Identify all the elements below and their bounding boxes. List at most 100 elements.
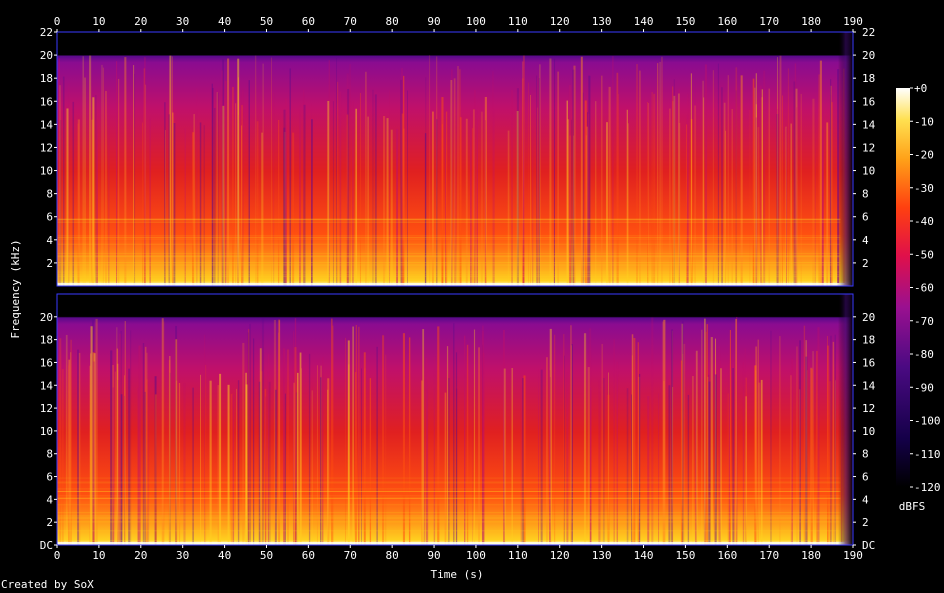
spectral-stripe [706,324,708,545]
spectral-stripe [587,113,590,286]
spectral-stripe [161,318,164,545]
spectral-stripe [554,58,556,286]
spectral-stripe [537,77,539,286]
spectral-stripe [758,382,761,545]
spectral-stripe [262,63,264,286]
spectral-stripe [564,355,565,545]
spectral-stripe [227,58,230,286]
y-tick-label-right: 10 [862,165,875,178]
harmonic-band [57,256,841,258]
x-tick-label-top: 100 [466,15,486,28]
spectral-stripe [408,337,411,545]
spectral-stripe [237,380,240,545]
spectral-stripe [144,57,146,286]
spectral-stripe [336,57,337,287]
x-tick-label-top: 190 [843,15,863,28]
harmonic-band [57,238,841,240]
spectral-stripe [219,373,222,545]
x-tick-label-top: 50 [260,15,273,28]
spectral-stripe [832,341,835,545]
spectral-stripe [249,323,251,545]
spectral-stripe [278,320,281,545]
channel-1-tail [838,32,853,286]
y-tick-label-right: 2 [862,257,869,270]
spectral-stripe [790,123,792,286]
spectral-stripe [598,379,600,545]
spectral-stripe [616,72,619,286]
x-tick-label-bottom: 140 [634,549,654,562]
spectral-stripe [256,121,259,286]
spectral-stripe [633,337,636,545]
spectral-stripe [745,396,747,545]
spectral-stripe [245,384,248,545]
spectral-stripe [453,323,455,545]
spectral-stripe [445,111,448,286]
spectral-stripe [651,317,654,545]
spectral-stripe [453,78,456,286]
spectral-stripe [827,345,830,545]
x-tick-label-bottom: 150 [675,549,695,562]
spectral-stripe [332,325,334,545]
harmonic-band [57,491,841,493]
spectral-stripe [65,334,68,545]
colorbar-tick-label: -50 [914,248,934,261]
x-tick-label-bottom: 170 [759,549,779,562]
spectral-stripe [124,57,127,286]
y-tick-label-right: 4 [862,493,869,506]
x-tick-label-bottom: 120 [550,549,570,562]
spectral-stripe [601,75,603,286]
harmonic-band [57,264,841,266]
spectral-stripe [311,103,312,286]
spectral-stripe [235,103,237,286]
spectral-stripe [779,336,781,545]
spectral-stripe [138,345,141,545]
spectral-stripe [172,56,173,287]
spectral-stripe [168,114,170,286]
spectral-stripe [277,120,280,287]
x-tick-label-bottom: 40 [218,549,231,562]
spectral-stripe [740,75,743,287]
spectral-stripe [178,382,181,545]
spectral-stripe [59,338,62,545]
spectral-stripe [571,344,573,545]
colorbar-ticks: +0 -10 -20 -30 -40 -50 -60 -70 -80 -90 -100 -110 -12… [910,82,941,494]
spectral-stripe [796,346,798,545]
spectral-stripe [659,61,661,286]
spectral-stripe [612,56,614,286]
y-tick-label-left: 16 [40,95,53,108]
x-tick-label-top: 170 [759,15,779,28]
y-tick-label-left: 4 [46,234,53,247]
spectral-stripe [83,77,87,286]
x-tick-label-top: 60 [302,15,315,28]
spectral-stripe [819,60,822,287]
spectral-stripe [470,111,472,287]
colorbar-tick-label: -110 [914,448,941,461]
x-tick-label-bottom: 50 [260,549,273,562]
spectral-stripe [717,63,719,287]
spectral-stripe [173,123,176,286]
x-tick-label-top: 180 [801,15,821,28]
harmonic-band [57,274,841,276]
x-tick-label-bottom: 60 [302,549,315,562]
spectral-stripe [727,75,730,286]
spectral-stripe [344,337,346,545]
spectral-stripe [320,377,322,545]
spectral-stripe [441,124,443,286]
spectral-stripe [241,105,243,286]
y-tick-label-right: 8 [862,188,869,201]
harmonic-band [57,235,841,237]
spectral-stripe [478,347,480,545]
spectral-stripe [686,115,689,286]
spectral-stripe [72,101,75,286]
spectral-stripe [584,100,587,286]
y-tick-label-right: 12 [862,402,875,415]
spectral-stripe [199,122,202,287]
harmonic-band [57,516,841,518]
y-tick-label-right: 2 [862,516,869,529]
spectral-stripe [580,56,583,287]
spectral-stripe [672,387,674,545]
spectral-stripe [402,333,406,545]
spectral-stripe [101,64,103,286]
y-tick-label-left: 2 [46,516,53,529]
x-tick-label-bottom: 100 [466,549,486,562]
